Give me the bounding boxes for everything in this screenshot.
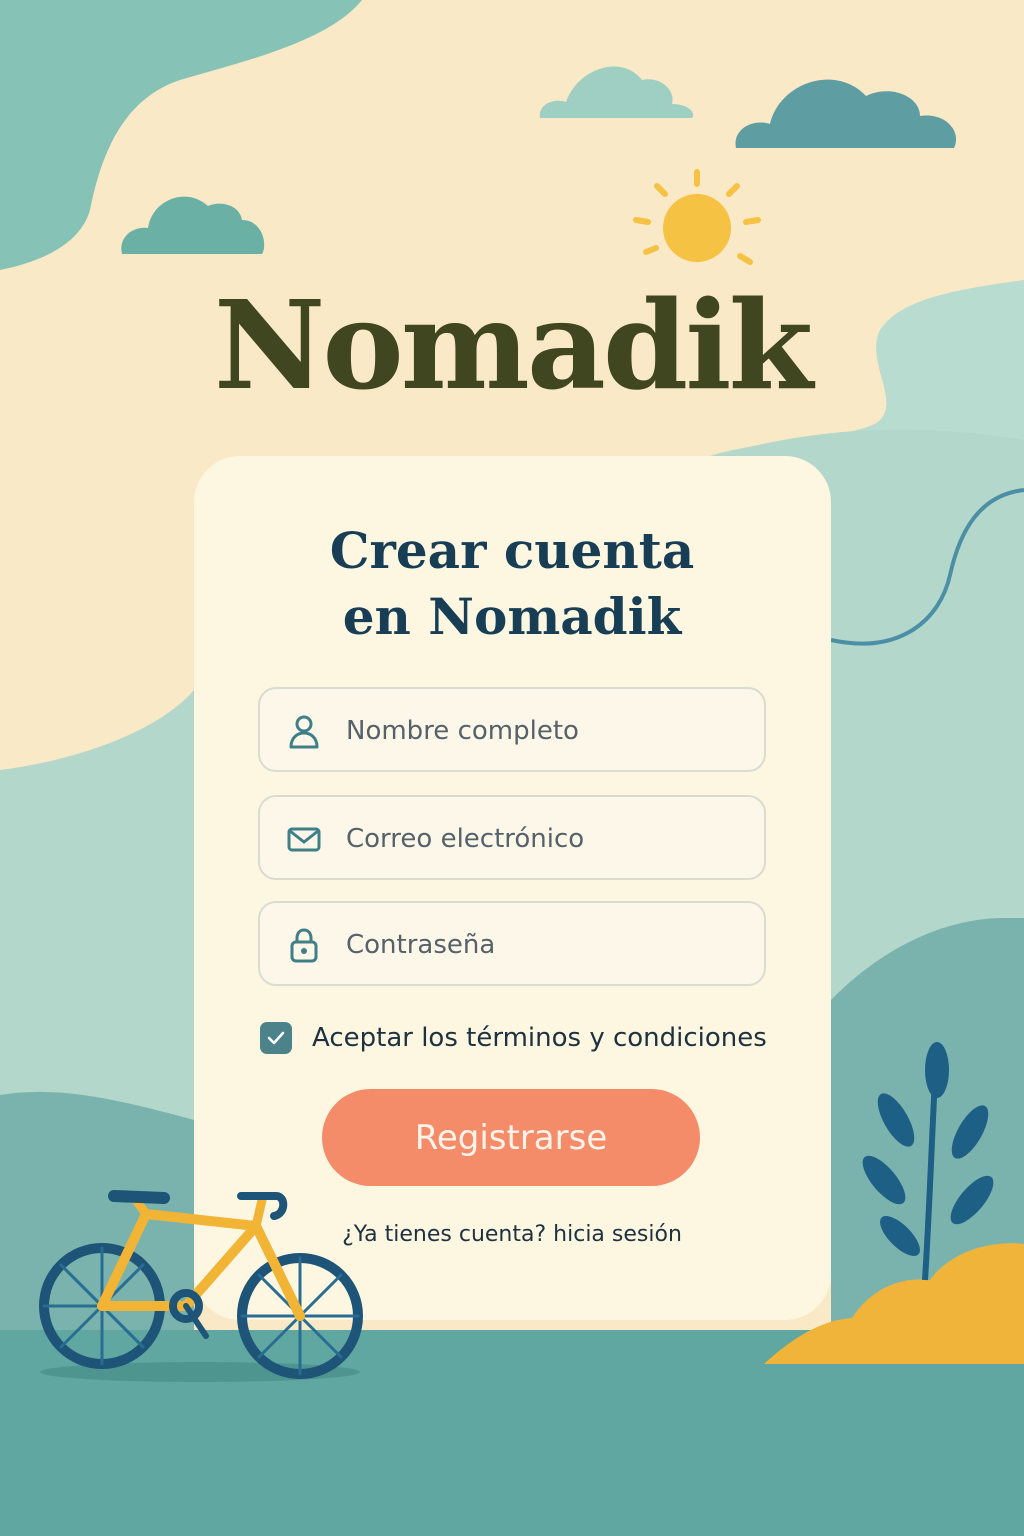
full-name-field[interactable] xyxy=(258,687,766,772)
password-input[interactable] xyxy=(344,921,748,969)
email-input[interactable] xyxy=(344,815,748,863)
sun-icon xyxy=(633,169,761,265)
cloud-left xyxy=(121,196,265,254)
page-title: Crear cuenta en Nomadik xyxy=(0,518,1024,650)
cloud-top-right xyxy=(735,79,957,148)
terms-label[interactable]: Aceptar los términos y condiciones xyxy=(312,1020,767,1056)
check-icon xyxy=(267,1031,285,1045)
title-line-1: Crear cuenta xyxy=(329,521,695,580)
register-button[interactable]: Registrarse xyxy=(322,1089,700,1186)
email-field[interactable] xyxy=(258,795,766,880)
user-icon xyxy=(289,715,319,749)
cloud-top-center xyxy=(539,66,694,118)
brand-logo: Nomadik xyxy=(213,273,813,417)
full-name-input[interactable] xyxy=(344,707,748,755)
login-prompt: ¿Ya tienes cuenta? xyxy=(342,1222,547,1247)
title-line-2: en Nomadik xyxy=(342,587,682,646)
mail-icon xyxy=(287,827,321,852)
bicycle-icon xyxy=(39,1190,363,1379)
terms-checkbox[interactable] xyxy=(260,1022,292,1054)
lock-icon xyxy=(290,928,318,963)
password-field[interactable] xyxy=(258,901,766,986)
login-link[interactable]: hicia sesión xyxy=(553,1222,682,1247)
